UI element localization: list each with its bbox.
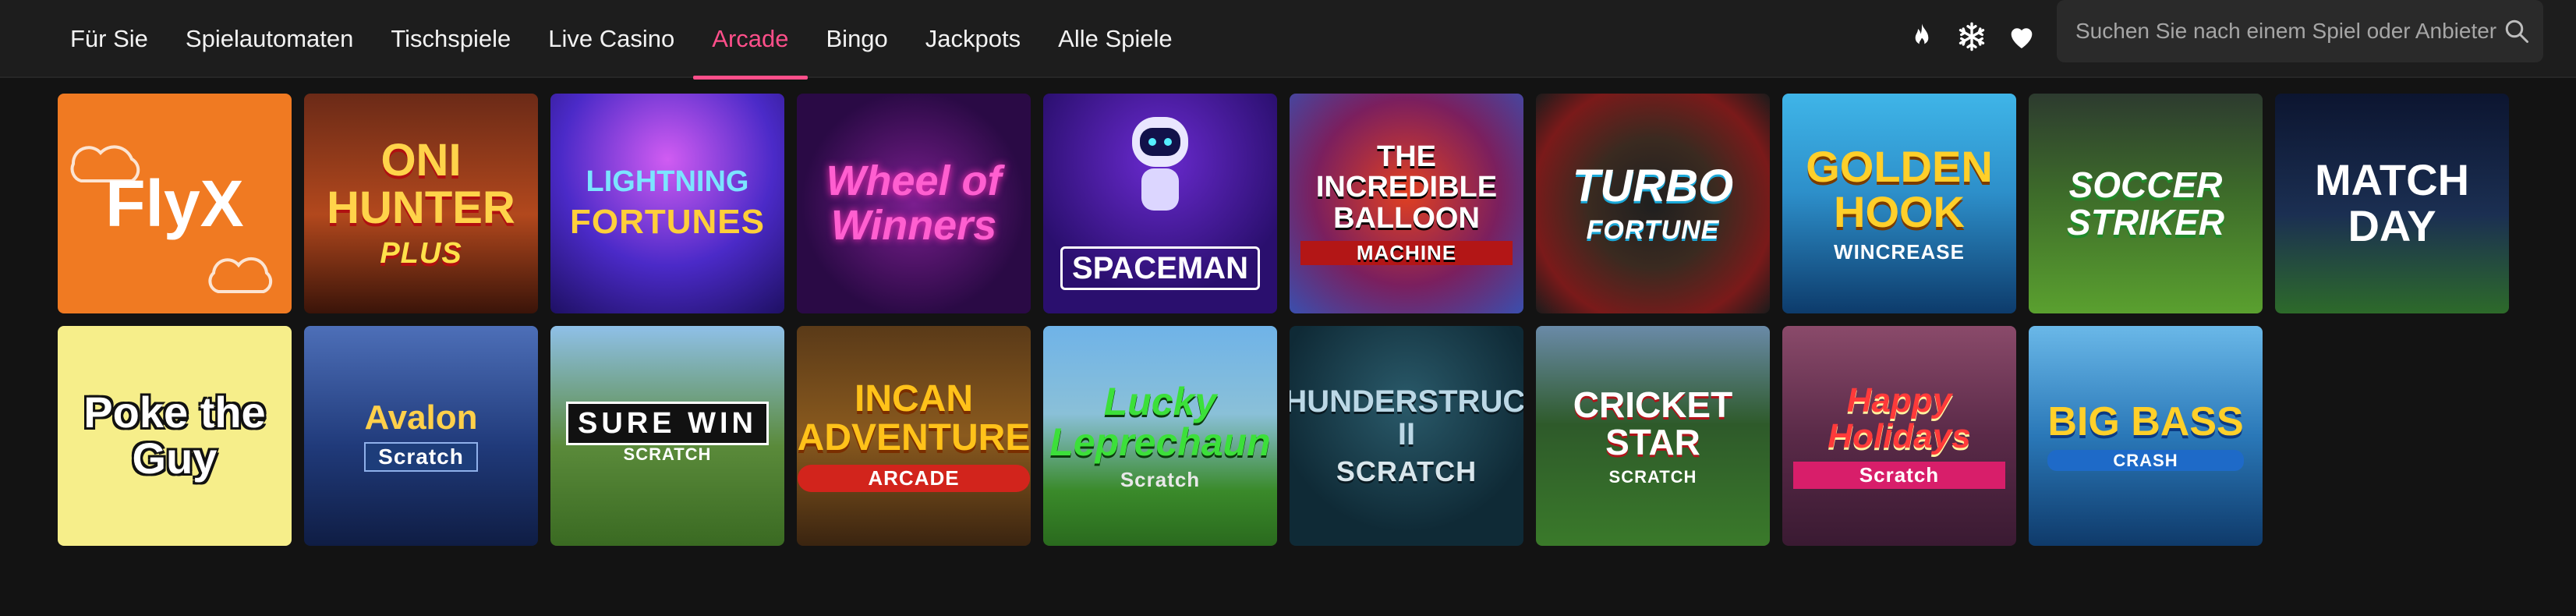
astronaut-icon <box>1132 117 1188 211</box>
snowflake-icon[interactable] <box>1951 16 1993 58</box>
game-title: Poke the Guy <box>83 388 266 483</box>
game-tile-lucky-leprechaun[interactable]: Lucky Leprechaun Scratch <box>1043 326 1277 546</box>
search-input[interactable] <box>2075 0 2503 62</box>
game-tile-incan-adventure[interactable]: Incan Adventure Arcade <box>797 326 1031 546</box>
game-tile-wheel-of-winners[interactable]: Wheel of Winners <box>797 94 1031 313</box>
top-navigation-bar: Für Sie Spielautomaten Tischspiele Live … <box>0 0 2576 80</box>
game-tile-match-day[interactable]: Match Day <box>2275 94 2509 313</box>
game-tile-big-bass-crash[interactable]: Big Bass Crash <box>2029 326 2263 546</box>
game-title: The Incredible Balloon Machine <box>1290 141 1523 266</box>
game-tile-poke-the-guy[interactable]: Poke the Guy <box>58 326 292 546</box>
nav-item-tischspiele[interactable]: Tischspiele <box>372 0 529 78</box>
nav-item-jackpots[interactable]: Jackpots <box>907 0 1039 78</box>
game-title: Cricket Star Scratch <box>1573 384 1733 487</box>
game-tile-golden-hook[interactable]: Golden Hook Wincrease <box>1782 94 2016 313</box>
game-tile-incredible-balloon-machine[interactable]: The Incredible Balloon Machine <box>1290 94 1523 313</box>
nav-item-fur-sie[interactable]: Für Sie <box>51 0 167 78</box>
game-title: Match Day <box>2314 155 2470 250</box>
game-title: Spaceman <box>1060 246 1260 290</box>
game-title: Soccer Striker <box>2067 164 2224 243</box>
category-nav: Für Sie Spielautomaten Tischspiele Live … <box>51 0 1191 80</box>
nav-item-spielautomaten[interactable]: Spielautomaten <box>167 0 372 78</box>
nav-item-live-casino[interactable]: Live Casino <box>529 0 693 78</box>
game-title: Golden Hook Wincrease <box>1806 141 1993 264</box>
game-title: Sure Win Scratch <box>555 401 780 463</box>
game-title: Turbo Fortune <box>1572 160 1734 245</box>
game-tile-happy-holidays[interactable]: Happy Holidays Scratch <box>1782 326 2016 546</box>
game-grid: FlyX Oni Hunter Plus Lightning Fortunes … <box>58 94 2511 546</box>
game-tile-spaceman[interactable]: Spaceman <box>1043 94 1277 313</box>
game-title: FlyX <box>105 166 244 240</box>
nav-item-alle-spiele[interactable]: Alle Spiele <box>1039 0 1191 78</box>
game-tile-lightning-fortunes[interactable]: Lightning Fortunes <box>550 94 784 313</box>
search-box <box>2057 0 2543 62</box>
game-tile-flyx[interactable]: FlyX <box>58 94 292 313</box>
game-tile-sure-win-scratch[interactable]: Sure Win Scratch <box>550 326 784 546</box>
game-title: Thunderstruck II Scratch <box>1290 384 1523 488</box>
nav-item-arcade[interactable]: Arcade <box>693 0 808 80</box>
game-tile-oni-hunter[interactable]: Oni Hunter Plus <box>304 94 538 313</box>
heart-icon[interactable] <box>2001 16 2043 58</box>
game-title: Happy Holidays Scratch <box>1782 383 2016 489</box>
fire-icon[interactable] <box>1901 16 1943 58</box>
game-title: Lucky Leprechaun Scratch <box>1049 379 1271 491</box>
game-tile-soccer-striker[interactable]: Soccer Striker <box>2029 94 2263 313</box>
game-tile-turbo-fortune[interactable]: Turbo Fortune <box>1536 94 1770 313</box>
game-tile-thunderstruck-ii-scratch[interactable]: Thunderstruck II Scratch <box>1290 326 1523 546</box>
game-title: Incan Adventure Arcade <box>797 379 1031 493</box>
game-title: Oni Hunter Plus <box>327 135 515 270</box>
nav-item-bingo[interactable]: Bingo <box>808 0 907 78</box>
game-title: Avalon Scratch <box>353 400 488 472</box>
game-title: Big Bass Crash <box>2047 399 2244 471</box>
game-title: Lightning Fortunes <box>570 165 765 241</box>
game-tile-cricket-star[interactable]: Cricket Star Scratch <box>1536 326 1770 546</box>
game-tile-avalon-scratch[interactable]: Avalon Scratch <box>304 326 538 546</box>
search-icon[interactable] <box>2503 17 2531 45</box>
game-title: Wheel of Winners <box>826 158 1002 249</box>
